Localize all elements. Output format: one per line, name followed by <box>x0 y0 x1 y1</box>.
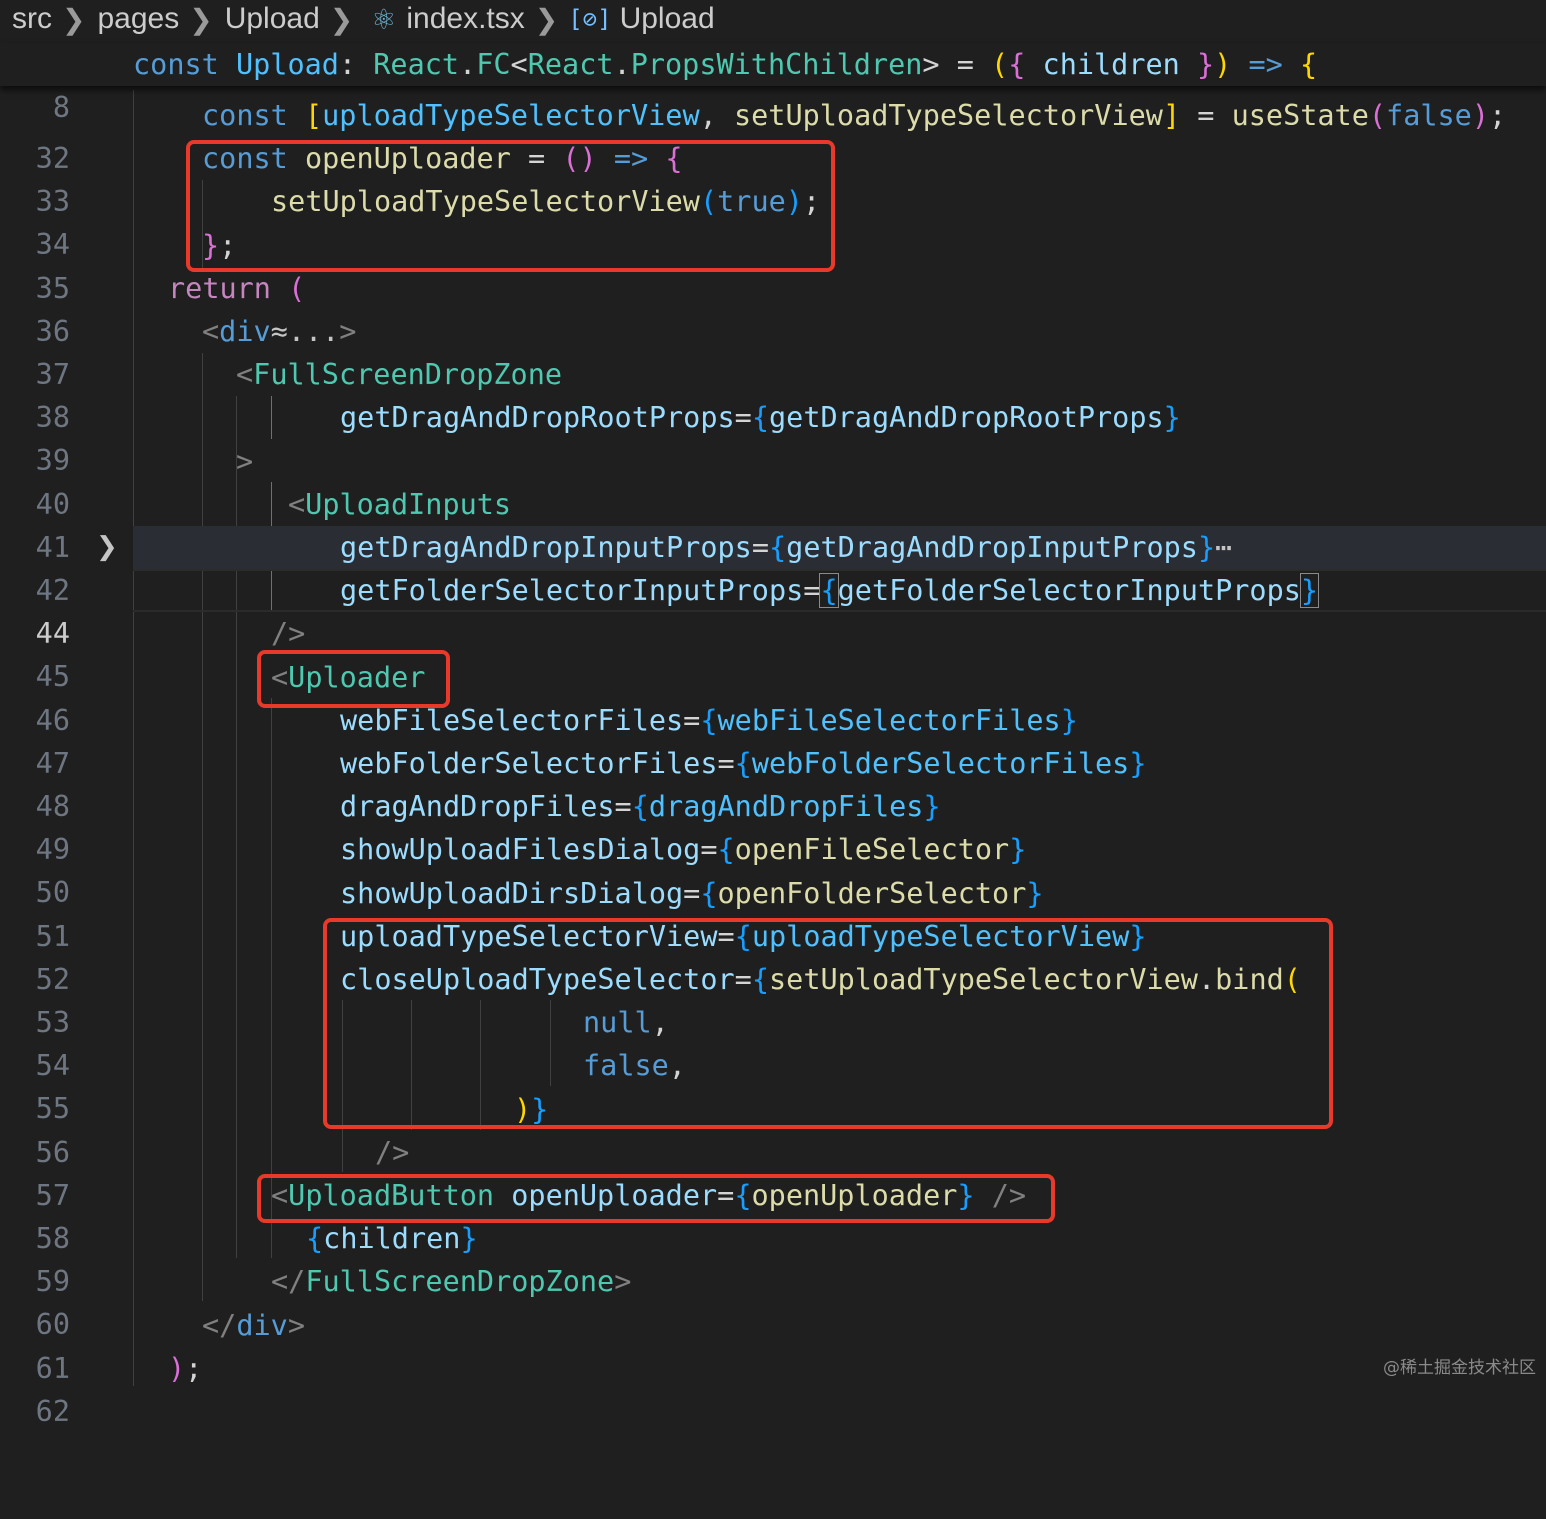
watermark: @稀土掘金技术社区 <box>1383 1358 1536 1378</box>
folded-region-icon: ≈... <box>270 315 340 348</box>
code-line[interactable]: 50 showUploadFilesDialog={openFileSelect… <box>0 828 1546 909</box>
line-content: </FullScreenDropZone> <box>271 1265 632 1298</box>
line-content: /> <box>271 617 306 650</box>
code-line[interactable]: 51 showUploadDirsDialog={openFolderSelec… <box>0 872 1546 953</box>
react-icon: ⚛ <box>371 3 397 35</box>
bracket-match: { <box>819 573 839 608</box>
code-line[interactable]: 36 return ( <box>0 267 1546 348</box>
breadcrumb-src[interactable]: src <box>0 2 52 36</box>
line-content: <div≈...> <box>202 315 357 348</box>
code-line[interactable]: 46 <Uploader <box>0 656 1546 737</box>
breadcrumb: src ❯ pages ❯ Upload ❯ ⚛ index.tsx ❯ [⊘]… <box>0 0 1546 38</box>
code-line[interactable]: 39 getDragAndDropRootProps={getDragAndDr… <box>0 396 1546 477</box>
line-content: showUploadFilesDialog={openFileSelector} <box>340 833 1027 866</box>
line-content: <UploadInputs <box>288 488 512 521</box>
line-content: const [uploadTypeSelectorView, setUpload… <box>202 99 1507 132</box>
code-line[interactable]: 40 > <box>0 440 1546 521</box>
sticky-scroll-line[interactable]: 8 const Upload: React.FC<React.PropsWith… <box>0 43 1546 124</box>
chevron-right-icon: ❯ <box>329 3 354 35</box>
code-line[interactable]: 48 webFolderSelectorFiles={webFolderSele… <box>0 742 1546 823</box>
line-content: </div> <box>202 1309 305 1342</box>
code-line[interactable]: 47 webFileSelectorFiles={webFileSelector… <box>0 699 1546 780</box>
ellipsis-icon: ⋯ <box>1215 531 1233 564</box>
bracket-match: } <box>1299 573 1320 608</box>
line-content: /> <box>375 1136 410 1169</box>
code-line[interactable]: 60 </FullScreenDropZone> <box>0 1260 1546 1341</box>
code-line[interactable]: 49 dragAndDropFiles={dragAndDropFiles} <box>0 785 1546 866</box>
line-content: showUploadDirsDialog={openFolderSelector… <box>340 877 1044 910</box>
code-line[interactable]: 57 /> <box>0 1131 1546 1212</box>
line-content: webFolderSelectorFiles={webFolderSelecto… <box>340 747 1147 780</box>
chevron-right-icon[interactable]: ❯ <box>96 526 118 569</box>
annotation-box-upload-type-props <box>323 918 1333 1129</box>
code-line[interactable]: 37 <div≈...> <box>0 310 1546 391</box>
line-content: return ( <box>168 272 306 305</box>
code-line[interactable]: 41 <UploadInputs <box>0 483 1546 564</box>
line-content: webFileSelectorFiles={webFileSelectorFil… <box>340 704 1078 737</box>
code-line[interactable]: 59 {children} <box>0 1217 1546 1298</box>
code-line[interactable]: 45 /> <box>0 612 1546 693</box>
line-content: dragAndDropFiles={dragAndDropFiles} <box>340 790 941 823</box>
sticky-code: const Upload: React.FC<React.PropsWithCh… <box>133 48 1318 81</box>
line-number: 8 <box>52 91 70 124</box>
chevron-right-icon: ❯ <box>62 3 86 35</box>
breadcrumb-symbol[interactable]: Upload <box>612 2 715 36</box>
annotation-box-uploader-tag <box>257 650 450 708</box>
code-line[interactable]: 62 ); <box>0 1347 1546 1428</box>
symbol-variable-icon: [⊘] <box>568 5 612 33</box>
line-content: getDragAndDropRootProps={getDragAndDropR… <box>340 401 1181 434</box>
breadcrumb-file[interactable]: index.tsx <box>396 2 524 36</box>
annotation-box-upload-button <box>257 1174 1055 1223</box>
chevron-right-icon: ❯ <box>189 3 213 35</box>
line-content: > <box>236 445 254 478</box>
code-line[interactable]: 61 </div> <box>0 1304 1546 1385</box>
code-line[interactable]: 42 ❯ getDragAndDropInputProps={getDragAn… <box>0 526 1546 607</box>
annotation-box-open-uploader <box>186 140 835 272</box>
code-line[interactable]: 32 const [uploadTypeSelectorView, setUpl… <box>0 94 1546 175</box>
line-content: {children} <box>306 1222 478 1255</box>
line-number: 62 <box>35 1395 70 1428</box>
breadcrumb-pages[interactable]: pages <box>85 2 179 36</box>
code-line[interactable]: 38 <FullScreenDropZone <box>0 353 1546 434</box>
line-content: ); <box>168 1352 203 1385</box>
line-content: getFolderSelectorInputProps={getFolderSe… <box>340 573 1320 608</box>
line-content: getDragAndDropInputProps={getDragAndDrop… <box>340 531 1233 564</box>
code-line-active[interactable]: 44 getFolderSelectorInputProps={getFolde… <box>0 569 1546 650</box>
line-content: <FullScreenDropZone <box>236 358 563 391</box>
breadcrumb-upload-folder[interactable]: Upload <box>213 2 320 36</box>
chevron-right-icon: ❯ <box>534 3 559 35</box>
